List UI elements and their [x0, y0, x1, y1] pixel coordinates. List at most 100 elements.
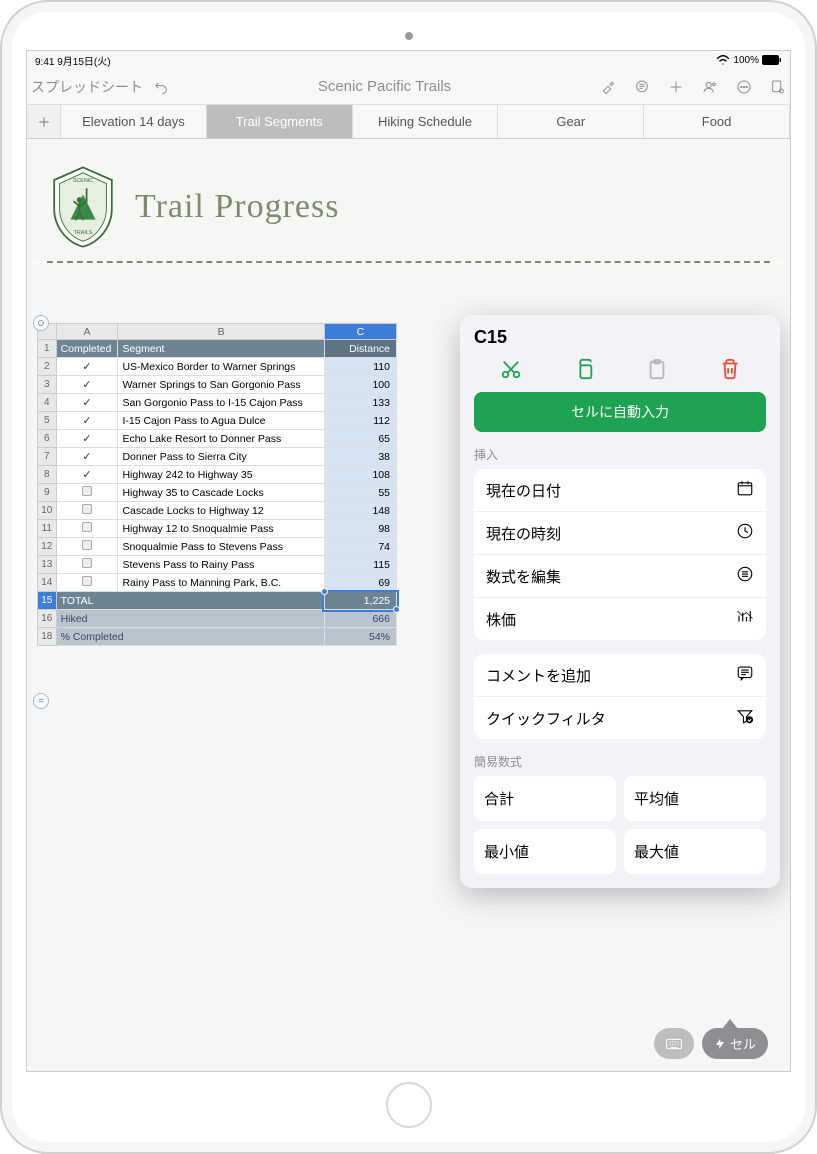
header-segment[interactable]: Segment: [118, 340, 324, 358]
pct-label[interactable]: % Completed: [56, 628, 324, 646]
cell-mode-label: セル: [730, 1034, 756, 1053]
keyboard-toggle[interactable]: [654, 1028, 694, 1059]
cell-distance[interactable]: 55: [324, 484, 396, 502]
undo-icon[interactable]: [153, 79, 169, 95]
more-icon[interactable]: [736, 79, 752, 95]
cell-completed[interactable]: ✓: [56, 448, 118, 466]
cell-completed[interactable]: [56, 520, 118, 538]
insert-item-1[interactable]: 現在の時刻: [474, 512, 766, 555]
formula-3[interactable]: 最大値: [624, 829, 766, 874]
cell-distance[interactable]: 69: [324, 574, 396, 592]
cell-segment[interactable]: Stevens Pass to Rainy Pass: [118, 556, 324, 574]
tab-gear[interactable]: Gear: [498, 105, 644, 138]
app-toolbar: スプレッドシート Scenic Pacific Trails: [27, 69, 790, 105]
cell-completed[interactable]: ✓: [56, 376, 118, 394]
cell-completed[interactable]: ✓: [56, 358, 118, 376]
cell-segment[interactable]: Highway 35 to Cascade Locks: [118, 484, 324, 502]
cell-distance[interactable]: 98: [324, 520, 396, 538]
cell-completed[interactable]: [56, 484, 118, 502]
tab-trail-segments[interactable]: Trail Segments: [207, 105, 353, 138]
back-button[interactable]: スプレッドシート: [31, 77, 143, 97]
cell-segment[interactable]: Snoqualmie Pass to Stevens Pass: [118, 538, 324, 556]
cell-completed[interactable]: [56, 556, 118, 574]
pct-value[interactable]: 54%: [324, 628, 396, 646]
cell-segment[interactable]: Echo Lake Resort to Donner Pass: [118, 430, 324, 448]
format-brush-icon[interactable]: [600, 79, 616, 95]
status-left: 9:41 9月15日(火): [35, 53, 111, 68]
cell-segment[interactable]: Highway 242 to Highway 35: [118, 466, 324, 484]
cell-segment[interactable]: Donner Pass to Sierra City: [118, 448, 324, 466]
total-value[interactable]: 1,225: [324, 592, 396, 610]
tab-food[interactable]: Food: [644, 105, 790, 138]
cell-completed[interactable]: [56, 538, 118, 556]
formula-2[interactable]: 最小値: [474, 829, 616, 874]
comment-icon[interactable]: [634, 79, 650, 95]
item-icon: [736, 522, 754, 544]
spreadsheet-area[interactable]: = A B C 1 Completed Segment Distanc: [27, 263, 790, 1072]
cell-distance[interactable]: 38: [324, 448, 396, 466]
cut-icon[interactable]: [498, 356, 524, 382]
more-item-0[interactable]: コメントを追加: [474, 654, 766, 697]
spreadsheet-table[interactable]: A B C 1 Completed Segment Distance 2✓US-…: [37, 323, 397, 646]
cell-distance[interactable]: 110: [324, 358, 396, 376]
sheet-header: SCENIC TRAILS Trail Progress: [27, 139, 790, 261]
insert-section-label: 挿入: [474, 446, 766, 463]
formula-0[interactable]: 合計: [474, 776, 616, 821]
header-completed[interactable]: Completed: [56, 340, 118, 358]
cell-distance[interactable]: 100: [324, 376, 396, 394]
col-header-c[interactable]: C: [324, 324, 396, 340]
cell-segment[interactable]: Warner Springs to San Gorgonio Pass: [118, 376, 324, 394]
cell-completed[interactable]: ✓: [56, 412, 118, 430]
inspector-icon[interactable]: [770, 79, 786, 95]
tab-hiking-schedule[interactable]: Hiking Schedule: [353, 105, 499, 138]
formula-section-label: 簡易数式: [474, 753, 766, 770]
cell-segment[interactable]: San Gorgonio Pass to I-15 Cajon Pass: [118, 394, 324, 412]
col-header-b[interactable]: B: [118, 324, 324, 340]
cell-segment[interactable]: I-15 Cajon Pass to Agua Dulce: [118, 412, 324, 430]
autofill-button[interactable]: セルに自動入力: [474, 392, 766, 432]
battery-percent: 100%: [733, 55, 759, 66]
cell-distance[interactable]: 133: [324, 394, 396, 412]
cell-distance[interactable]: 65: [324, 430, 396, 448]
insert-item-0[interactable]: 現在の日付: [474, 469, 766, 512]
cell-distance[interactable]: 148: [324, 502, 396, 520]
cell-mode-button[interactable]: セル: [702, 1028, 768, 1059]
cell-completed[interactable]: ✓: [56, 394, 118, 412]
formula-handle[interactable]: =: [33, 693, 49, 709]
cell-distance[interactable]: 108: [324, 466, 396, 484]
cell-segment[interactable]: Highway 12 to Snoqualmie Pass: [118, 520, 324, 538]
total-label[interactable]: TOTAL: [56, 592, 324, 610]
cell-completed[interactable]: [56, 574, 118, 592]
plus-icon[interactable]: [668, 79, 684, 95]
cell-distance[interactable]: 115: [324, 556, 396, 574]
hiked-label[interactable]: Hiked: [56, 610, 324, 628]
cell-segment[interactable]: Rainy Pass to Manning Park, B.C.: [118, 574, 324, 592]
cell-distance[interactable]: 74: [324, 538, 396, 556]
collaborate-icon[interactable]: [702, 79, 718, 95]
ipad-frame: 9:41 9月15日(火) 100% スプレッドシート Scenic Pacif…: [0, 0, 817, 1154]
add-sheet-button[interactable]: [27, 105, 61, 138]
delete-icon[interactable]: [717, 356, 743, 382]
formula-1[interactable]: 平均値: [624, 776, 766, 821]
header-distance[interactable]: Distance: [324, 340, 396, 358]
wifi-icon: [716, 55, 730, 65]
home-button[interactable]: [386, 1082, 432, 1128]
insert-item-3[interactable]: 株価: [474, 598, 766, 640]
cell-completed[interactable]: ✓: [56, 430, 118, 448]
copy-icon[interactable]: [571, 356, 597, 382]
col-header-a[interactable]: A: [56, 324, 118, 340]
cell-segment[interactable]: US-Mexico Border to Warner Springs: [118, 358, 324, 376]
status-right: 100%: [716, 55, 782, 66]
tab-elevation-14-days[interactable]: Elevation 14 days: [61, 105, 207, 138]
paste-icon[interactable]: [644, 356, 670, 382]
sheet-tabs: Elevation 14 daysTrail SegmentsHiking Sc…: [27, 105, 790, 139]
cell-completed[interactable]: [56, 502, 118, 520]
more-item-1[interactable]: クイックフィルタ: [474, 697, 766, 739]
insert-item-2[interactable]: 数式を編集: [474, 555, 766, 598]
hiked-value[interactable]: 666: [324, 610, 396, 628]
cell-distance[interactable]: 112: [324, 412, 396, 430]
table-corner-handle[interactable]: [33, 315, 49, 331]
camera-dot: [405, 32, 413, 40]
cell-segment[interactable]: Cascade Locks to Highway 12: [118, 502, 324, 520]
cell-completed[interactable]: ✓: [56, 466, 118, 484]
